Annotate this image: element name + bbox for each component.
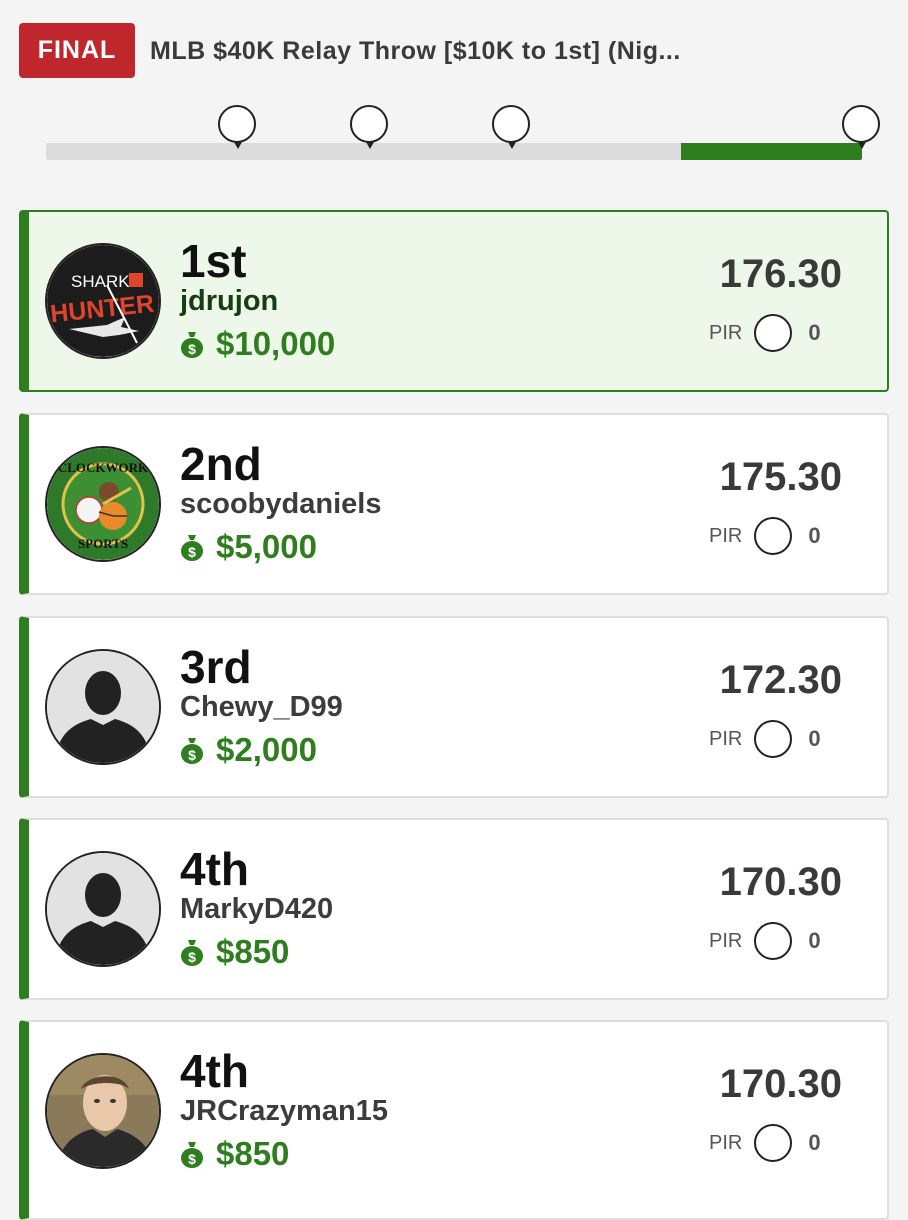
prize-amount: $10,000 xyxy=(216,325,336,362)
entry-score: 175.30 xyxy=(719,455,842,499)
pir-value: 0 xyxy=(808,726,821,751)
pir-label: PIR xyxy=(709,727,743,750)
pir-indicator: PIR 0 xyxy=(709,920,821,962)
pir-label: PIR xyxy=(709,929,743,952)
entry-username[interactable]: JRCrazyman15 xyxy=(180,1095,388,1128)
logo-text: SHARK xyxy=(71,272,130,291)
money-bag-icon: $ xyxy=(181,940,203,966)
pir-circle-icon xyxy=(754,1124,793,1162)
money-bag-icon: $ xyxy=(181,535,203,561)
money-bag-icon: $ xyxy=(181,738,203,764)
progress-track xyxy=(46,143,862,160)
contest-progress-bar xyxy=(46,100,880,165)
entry-username[interactable]: scoobydaniels xyxy=(180,488,381,521)
pir-label: PIR xyxy=(709,524,743,547)
svg-text:$: $ xyxy=(188,747,196,763)
progress-fill xyxy=(680,143,862,160)
pir-circle-icon xyxy=(754,720,793,758)
entry-score: 176.30 xyxy=(719,252,842,296)
pir-value: 0 xyxy=(808,523,821,548)
entry-prize: $ $850 xyxy=(180,932,289,972)
entry-rank: 4th xyxy=(180,843,249,895)
entry-prize: $ $2,000 xyxy=(180,730,317,770)
entry-rank: 4th xyxy=(180,1045,249,1097)
pir-circle-icon xyxy=(754,922,793,960)
prize-amount: $5,000 xyxy=(216,528,317,565)
entry-prize: $ $10,000 xyxy=(180,324,335,364)
pir-value: 0 xyxy=(808,1130,821,1155)
leaderboard-entry[interactable]: 3rd Chewy_D99 $ $2,000 172.30 PIR 0 xyxy=(19,616,889,798)
pir-indicator: PIR 0 xyxy=(709,515,821,557)
svg-text:$: $ xyxy=(188,341,196,357)
entry-username[interactable]: jdrujon xyxy=(180,285,278,318)
leaderboard-entry[interactable]: 4th MarkyD420 $ $850 170.30 PIR 0 xyxy=(19,818,889,1000)
default-user-silhouette-icon xyxy=(45,851,161,967)
svg-text:$: $ xyxy=(188,949,196,965)
contest-header: FINAL MLB $40K Relay Throw [$10K to 1st]… xyxy=(19,23,898,79)
logo-text: CLOCKWORK xyxy=(58,460,149,475)
progress-marker-icon[interactable] xyxy=(492,105,530,149)
entry-prize: $ $5,000 xyxy=(180,527,317,567)
svg-text:$: $ xyxy=(188,1151,196,1167)
svg-text:$: $ xyxy=(188,544,196,560)
pir-label: PIR xyxy=(709,1131,743,1154)
pir-value: 0 xyxy=(808,928,821,953)
entry-score: 170.30 xyxy=(719,860,842,904)
leaderboard-entry[interactable]: SHARK HUNTER 1st jdrujon $ $10,000 176.3… xyxy=(19,210,889,392)
final-status-badge: FINAL xyxy=(19,23,135,78)
entry-score: 172.30 xyxy=(719,658,842,702)
logo-text: SPORTS xyxy=(78,536,128,551)
user-photo-icon xyxy=(45,1053,161,1169)
entry-rank: 2nd xyxy=(180,438,262,490)
entry-rank: 3rd xyxy=(180,641,252,693)
pir-value: 0 xyxy=(808,320,821,345)
entry-rank: 1st xyxy=(180,235,247,287)
prize-amount: $2,000 xyxy=(216,731,317,768)
entry-username[interactable]: MarkyD420 xyxy=(180,893,333,926)
pir-label: PIR xyxy=(709,321,743,344)
money-bag-icon: $ xyxy=(181,1142,203,1168)
prize-amount: $850 xyxy=(216,933,290,970)
contest-title[interactable]: MLB $40K Relay Throw [$10K to 1st] (Nig.… xyxy=(150,37,681,66)
progress-marker-icon[interactable] xyxy=(842,105,880,149)
pir-indicator: PIR 0 xyxy=(709,1122,821,1164)
pir-circle-icon xyxy=(754,314,793,352)
progress-marker-icon[interactable] xyxy=(350,105,388,149)
entry-prize: $ $850 xyxy=(180,1134,289,1174)
entry-username[interactable]: Chewy_D99 xyxy=(180,691,343,724)
shark-hunter-logo-icon: SHARK HUNTER xyxy=(45,243,161,359)
pir-indicator: PIR 0 xyxy=(709,718,821,760)
pir-indicator: PIR 0 xyxy=(709,312,821,354)
clockwork-sports-logo-icon: CLOCKWORK SPORTS xyxy=(45,446,161,562)
leaderboard-entry[interactable]: CLOCKWORK SPORTS 2nd scoobydaniels $ $5,… xyxy=(19,413,889,595)
progress-marker-icon[interactable] xyxy=(218,105,256,149)
leaderboard-entry[interactable]: 4th JRCrazyman15 $ $850 170.30 PIR 0 xyxy=(19,1020,889,1220)
money-bag-icon: $ xyxy=(181,332,203,358)
pir-circle-icon xyxy=(754,517,793,555)
default-user-silhouette-icon xyxy=(45,649,161,765)
entry-score: 170.30 xyxy=(719,1062,842,1106)
prize-amount: $850 xyxy=(216,1135,290,1172)
